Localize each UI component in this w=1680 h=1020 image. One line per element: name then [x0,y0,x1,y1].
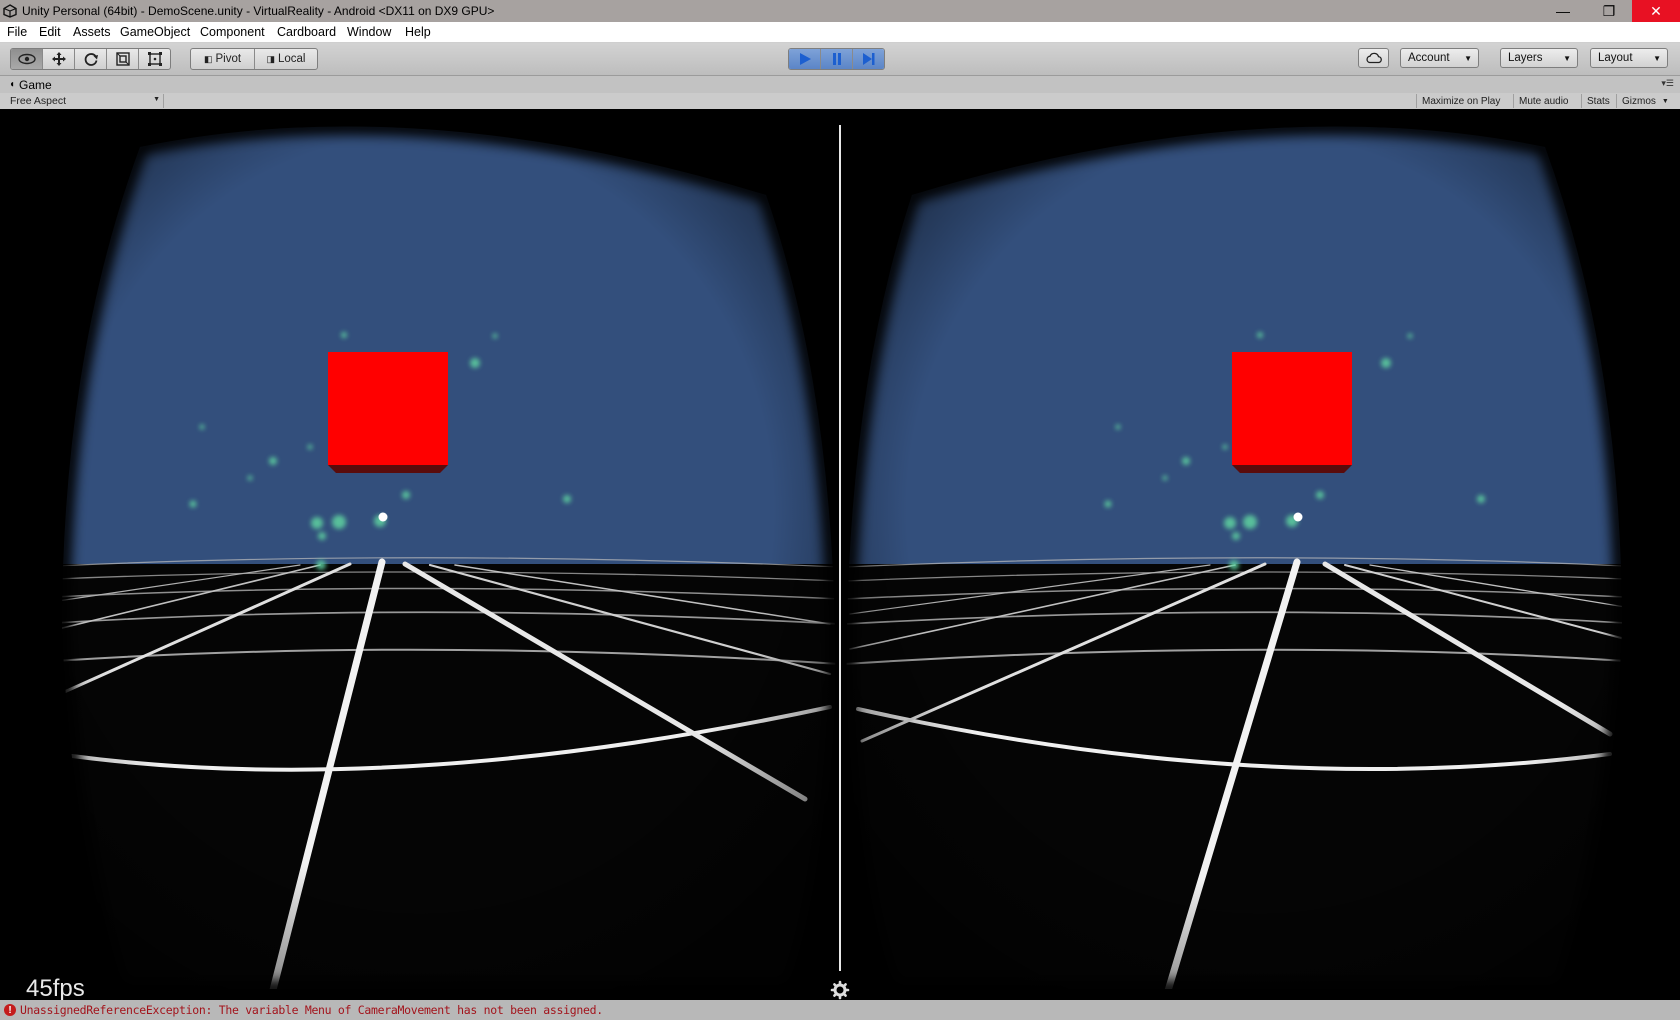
scale-icon [115,52,130,66]
playback-controls [788,48,885,70]
stats-toggle[interactable]: Stats [1581,94,1615,108]
chevron-down-icon: ▼ [1464,54,1472,63]
status-bar[interactable]: ! UnassignedReferenceException: The vari… [0,1000,1680,1020]
window-title: Unity Personal (64bit) - DemoScene.unity… [22,4,495,18]
menu-window[interactable]: Window [347,25,391,39]
minimize-button[interactable]: — [1540,0,1586,22]
console-message[interactable]: UnassignedReferenceException: The variab… [20,1003,603,1017]
step-button[interactable] [853,49,884,69]
restore-button[interactable]: ❐ [1586,0,1632,22]
right-eye-view [846,126,1622,990]
local-cube-icon: ◨ [266,53,275,64]
stereo-render [53,118,1631,1000]
chevron-down-icon: ▼ [153,96,160,103]
account-label: Account [1408,52,1450,64]
game-tab-bar: ◖ Game ▾☰ [0,76,1680,93]
play-button[interactable] [789,49,821,69]
pacman-icon: ◖ [9,79,16,90]
fps-counter: 45fps [26,975,85,1000]
pivot-label: Pivot [215,53,242,65]
left-eye-view [62,126,836,990]
cloud-icon [1365,52,1382,64]
move-tool-button[interactable] [43,49,75,69]
chevron-down-icon: ▼ [1653,54,1661,63]
gizmos-dropdown[interactable]: Gizmos ▼ [1616,94,1674,108]
aspect-label: Free Aspect [10,95,67,107]
menu-bar: File Edit Assets GameObject Component Ca… [0,22,1680,43]
minimize-icon: — [1556,3,1570,19]
game-view-toolbar: Free Aspect ▼ Maximize on Play Mute audio… [0,93,1680,110]
restore-icon: ❐ [1602,2,1616,19]
move-arrows-icon [51,52,66,66]
unity-logo-icon [3,4,17,18]
maximize-label: Maximize on Play [1422,95,1501,107]
aspect-dropdown[interactable]: Free Aspect ▼ [4,94,164,108]
menu-gameobject[interactable]: GameObject [120,25,190,39]
layers-label: Layers [1508,52,1543,64]
tab-game[interactable]: ◖ Game [4,76,60,93]
step-icon [862,53,874,65]
close-icon: ✕ [1650,2,1662,19]
collab-cloud-button[interactable] [1358,48,1389,68]
close-button[interactable]: ✕ [1632,0,1680,22]
menu-cardboard[interactable]: Cardboard [277,25,336,39]
layers-dropdown[interactable]: Layers ▼ [1500,48,1578,68]
menu-component[interactable]: Component [200,25,265,39]
gizmos-label: Gizmos [1622,95,1656,107]
menu-edit[interactable]: Edit [39,25,61,39]
gear-icon[interactable] [830,980,850,1000]
game-viewport[interactable]: 45fps [0,109,1680,1000]
rect-tool-icon [147,52,162,66]
scale-tool-button[interactable] [107,49,139,69]
error-icon: ! [4,1004,16,1016]
play-icon [799,53,811,65]
pivot-toggle[interactable]: ◧ Pivot [191,49,255,69]
mute-audio-toggle[interactable]: Mute audio [1513,94,1573,108]
menu-help[interactable]: Help [405,25,431,39]
rect-tool-button[interactable] [139,49,170,69]
pivot-icon: ◧ [203,53,213,64]
mute-label: Mute audio [1519,95,1569,107]
transform-tools [10,48,171,70]
stats-label: Stats [1587,95,1610,107]
rotate-tool-button[interactable] [75,49,107,69]
tab-game-label: Game [19,77,52,92]
layout-dropdown[interactable]: Layout ▼ [1590,48,1668,68]
menu-file[interactable]: File [7,25,27,39]
maximize-on-play-toggle[interactable]: Maximize on Play [1416,94,1505,108]
main-toolbar: ◧ Pivot ◨ Local Account ▼ Layers ▼ Layout ▼ [0,43,1680,76]
rotate-icon [84,53,98,66]
eye-icon [17,53,36,65]
hand-tool-button[interactable] [11,49,43,69]
local-label: Local [278,53,306,65]
pause-button[interactable] [821,49,853,69]
pause-icon [832,53,841,65]
account-dropdown[interactable]: Account ▼ [1400,48,1479,68]
chevron-down-icon: ▼ [1661,97,1669,105]
pivot-local-group: ◧ Pivot ◨ Local [190,48,318,70]
menu-assets[interactable]: Assets [73,25,111,39]
local-toggle[interactable]: ◨ Local [255,49,317,69]
title-bar: Unity Personal (64bit) - DemoScene.unity… [0,0,1680,22]
tab-menu-icon[interactable]: ▾☰ [1661,78,1674,89]
layout-label: Layout [1598,52,1633,64]
chevron-down-icon: ▼ [1563,54,1571,63]
